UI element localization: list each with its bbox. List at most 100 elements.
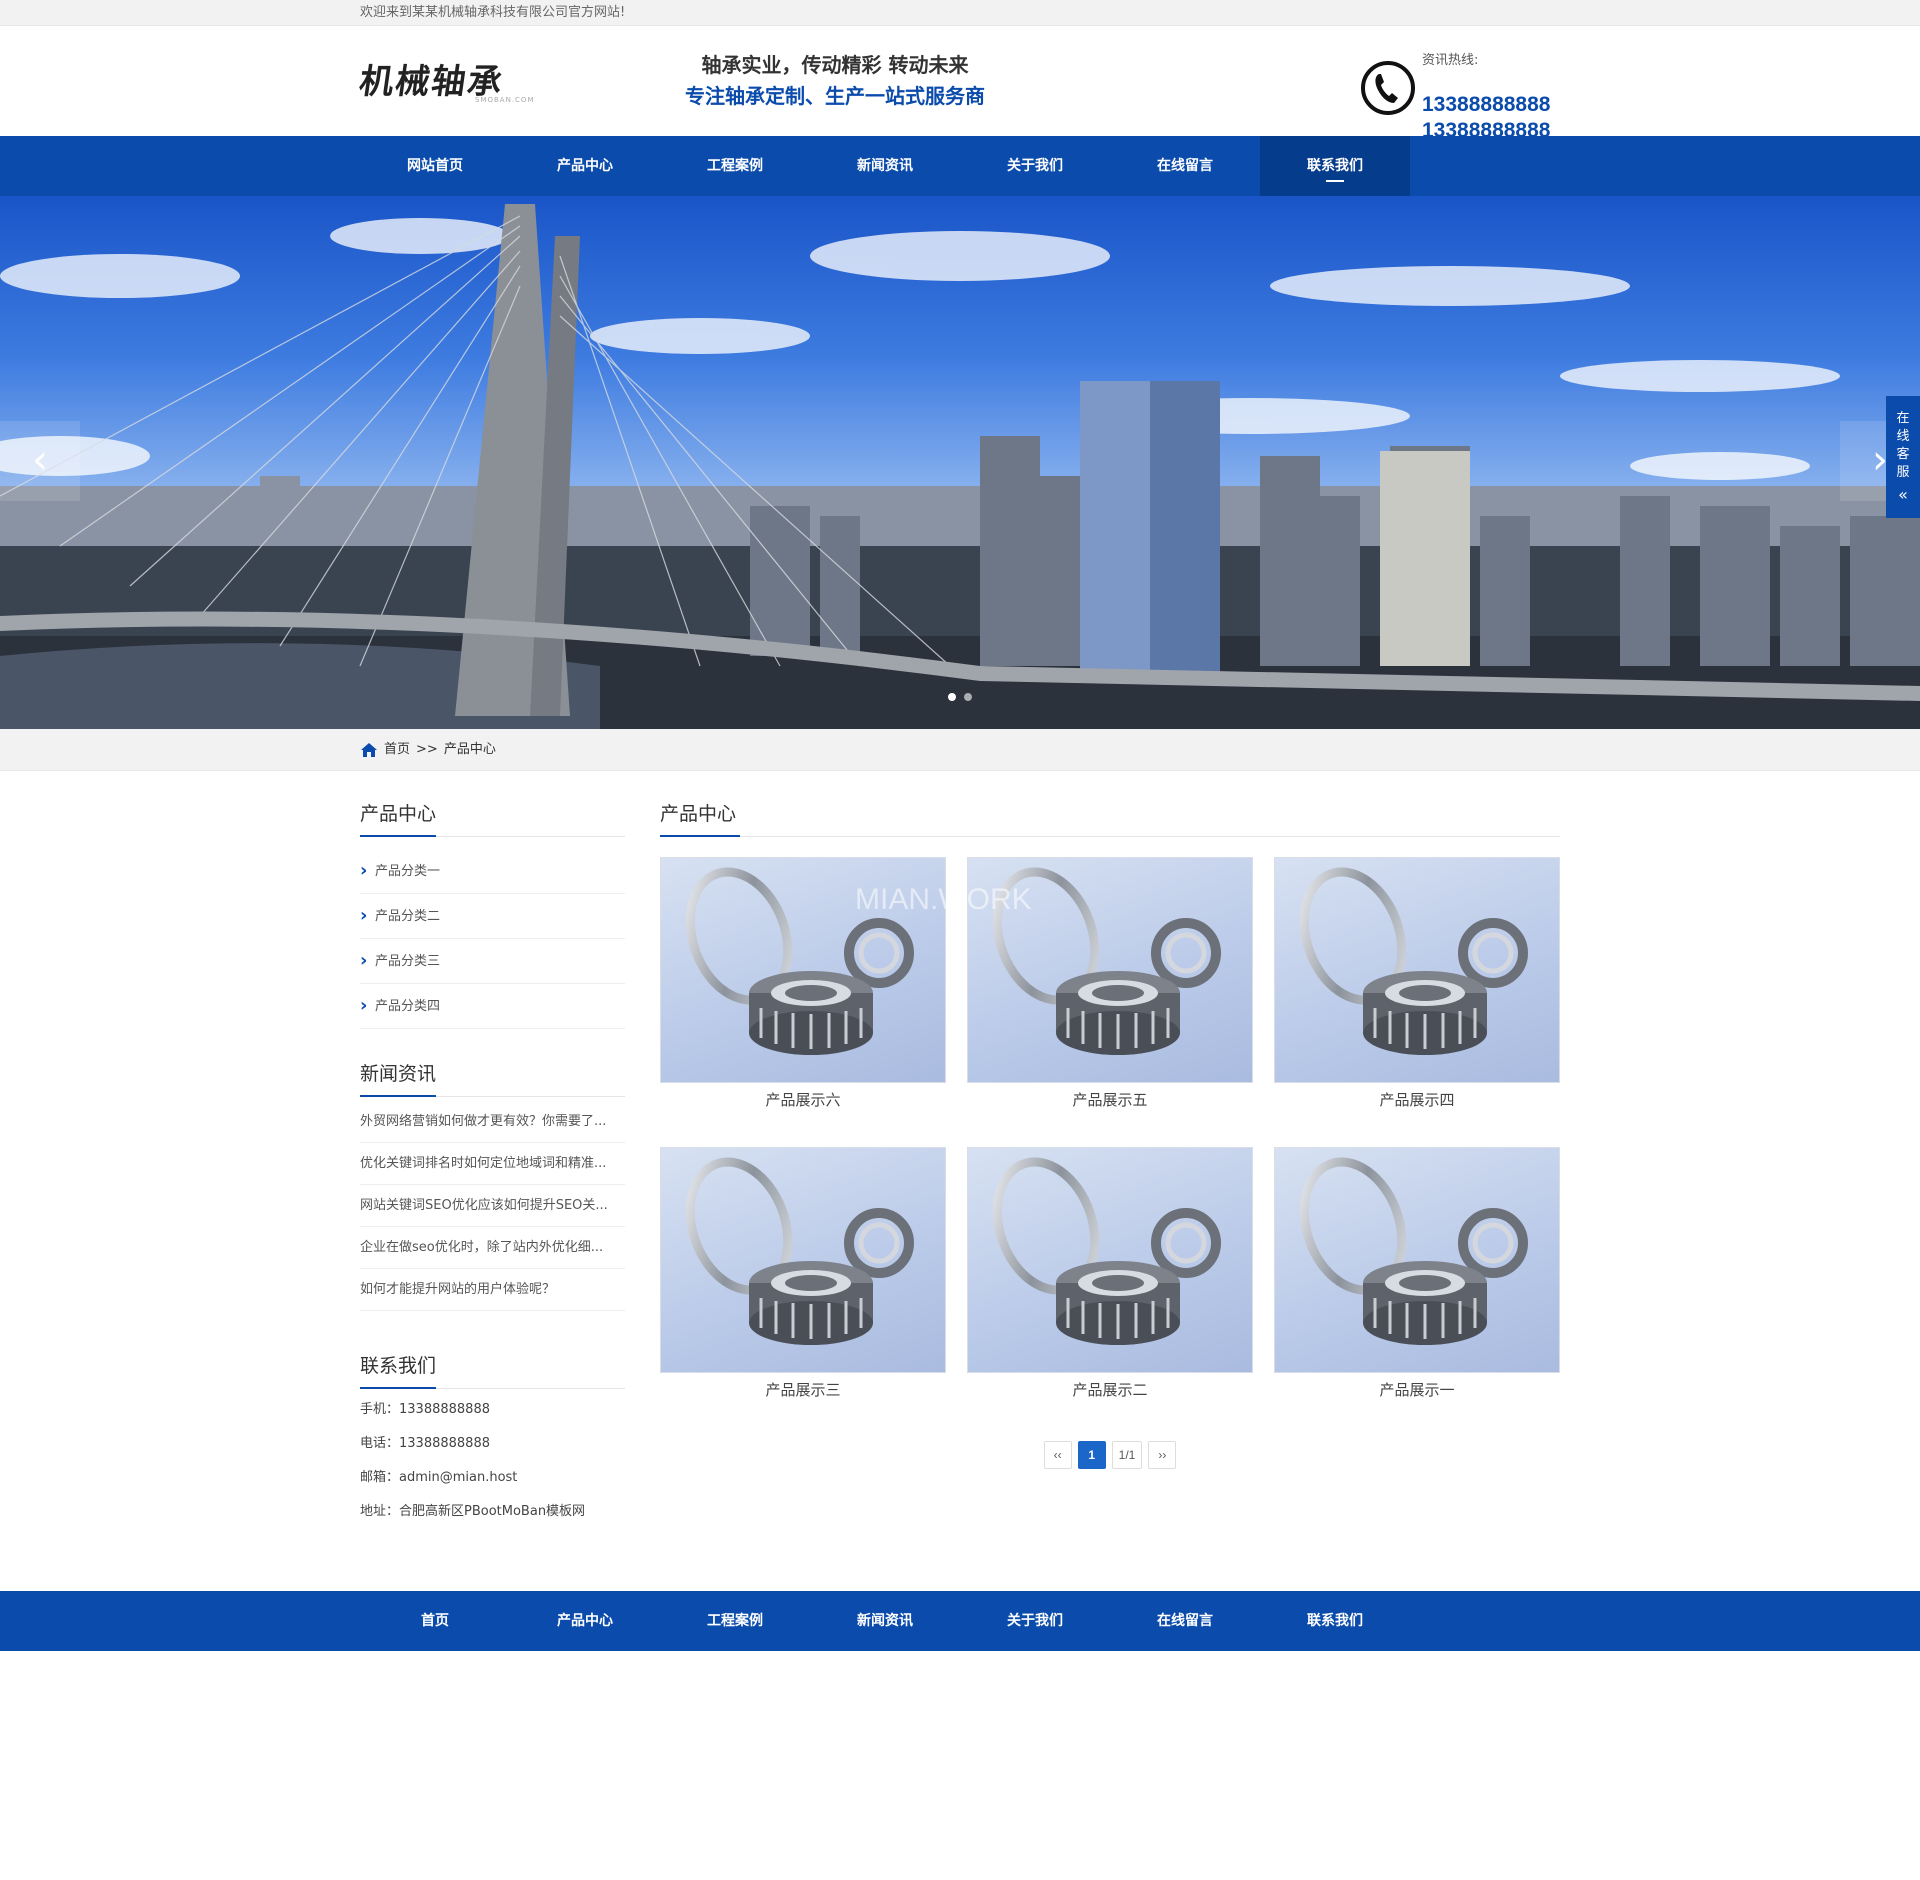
slogan: 轴承实业，传动精彩 转动未来 专注轴承定制、生产一站式服务商 [675,48,995,110]
category-item[interactable]: 产品分类三 [360,938,625,984]
pager-total: 1/1 [1111,1441,1143,1469]
main-content: 产品中心 产品分类一 产品分类二 产品分类三 产品分类四 新闻资讯 外贸网络营销… [0,771,1920,1591]
hotline: 资讯热线: 13388888888 13388888888 [1360,44,1560,142]
product-content: 产品中心 产品展示六 产品展示五 产品展示四 产品展示三 产品展示二 产品展示一… [660,799,1560,1469]
hotline-label: 资讯热线: [1422,53,1479,68]
sidebar-news: 新闻资讯 外贸网络营销如何做才更有效？你需要了... 优化关键词排名时如何定位地… [360,1059,625,1311]
nav-item-home[interactable]: 网站首页 [360,136,510,196]
banner-dot-2[interactable] [964,693,972,701]
footer-item-news[interactable]: 新闻资讯 [810,1591,960,1651]
breadcrumb: 首页 >> 产品中心 [0,729,1920,771]
news-item[interactable]: 如何才能提升网站的用户体验呢？ [360,1269,625,1311]
hotline-number-1[interactable]: 13388888888 [1422,92,1550,118]
product-card[interactable]: 产品展示六 [660,857,946,1125]
nav-item-about[interactable]: 关于我们 [960,136,1110,196]
product-card[interactable]: 产品展示五 [967,857,1253,1125]
sidebar-contact: 联系我们 手机：13388888888 电话：13388888888 邮箱：ad… [360,1351,625,1529]
footer-item-contact[interactable]: 联系我们 [1260,1591,1410,1651]
hero-banner: ‹ › 在 线 客 服 « [0,196,1920,729]
bearing-icon [1299,867,1528,1055]
footer-item-about[interactable]: 关于我们 [960,1591,1110,1651]
news-item[interactable]: 企业在做seo优化时，除了站内外优化细... [360,1227,625,1269]
service-label-char: 线 [1896,429,1910,444]
banner-cityscape-image [0,204,1920,729]
sidebar-news-title: 新闻资讯 [360,1059,625,1097]
product-card[interactable]: 产品展示三 [660,1147,946,1415]
bearing-image [967,857,1253,1083]
bearing-image [1274,857,1560,1083]
content-title: 产品中心 [660,799,1560,837]
product-grid: 产品展示六 产品展示五 产品展示四 产品展示三 产品展示二 产品展示一 [660,857,1560,1415]
product-card[interactable]: 产品展示二 [967,1147,1253,1415]
product-name[interactable]: 产品展示三 [660,1373,946,1415]
breadcrumb-home[interactable]: 首页 [384,729,410,771]
nav-item-cases[interactable]: 工程案例 [660,136,810,196]
nav-item-message[interactable]: 在线留言 [1110,136,1260,196]
footer-item-home[interactable]: 首页 [360,1591,510,1651]
nav-item-contact[interactable]: 联系我们 [1260,136,1410,196]
welcome-text: 欢迎来到某某机械轴承科技有限公司官方网站! [360,5,626,20]
news-item[interactable]: 优化关键词排名时如何定位地域词和精准... [360,1143,625,1185]
bearing-icon [685,1157,914,1345]
top-bar: 欢迎来到某某机械轴承科技有限公司官方网站! [0,0,1920,26]
sidebar-categories-title: 产品中心 [360,799,625,837]
nav-item-news[interactable]: 新闻资讯 [810,136,960,196]
pagination: ‹‹ 1 1/1 ›› [660,1441,1560,1469]
bearing-image [660,857,946,1083]
contact-phone: 电话：13388888888 [360,1436,490,1451]
bearing-icon [1299,1157,1528,1345]
breadcrumb-separator: >> [416,742,438,757]
contact-list: 手机：13388888888 电话：13388888888 邮箱：admin@m… [360,1393,625,1529]
sidebar-contact-title: 联系我们 [360,1351,625,1389]
category-item[interactable]: 产品分类一 [360,848,625,894]
bearing-icon [685,867,914,1055]
logo-subtext: SMOBAN.COM [475,96,535,104]
category-list: 产品分类一 产品分类二 产品分类三 产品分类四 [360,848,625,1029]
site-header: 机械轴承 SMOBAN.COM 轴承实业，传动精彩 转动未来 专注轴承定制、生产… [0,26,1920,142]
contact-mobile: 手机：13388888888 [360,1402,490,1417]
sidebar: 产品中心 产品分类一 产品分类二 产品分类三 产品分类四 新闻资讯 外贸网络营销… [360,799,625,1529]
pager-next-button[interactable]: ›› [1148,1441,1177,1469]
chevron-left-icon: ‹ [32,437,48,483]
main-nav: 网站首页 产品中心 工程案例 新闻资讯 关于我们 在线留言 联系我们 [0,136,1920,196]
product-name[interactable]: 产品展示四 [1274,1083,1560,1125]
slogan-line-2: 专注轴承定制、生产一站式服务商 [685,84,985,108]
footer-item-message[interactable]: 在线留言 [1110,1591,1260,1651]
news-list: 外贸网络营销如何做才更有效？你需要了... 优化关键词排名时如何定位地域词和精准… [360,1101,625,1311]
footer-item-products[interactable]: 产品中心 [510,1591,660,1651]
product-card[interactable]: 产品展示四 [1274,857,1560,1125]
contact-email: 邮箱：admin@mian.host [360,1470,518,1485]
bearing-image [1274,1147,1560,1373]
service-label-char: 在 [1896,411,1910,426]
product-card[interactable]: 产品展示一 [1274,1147,1560,1415]
category-item[interactable]: 产品分类二 [360,893,625,939]
nav-item-products[interactable]: 产品中心 [510,136,660,196]
bearing-image [967,1147,1253,1373]
home-icon [361,743,377,757]
banner-dots [948,693,972,701]
phone-icon [1361,61,1415,115]
pager-current-page[interactable]: 1 [1077,1441,1106,1469]
banner-dot-1[interactable] [948,693,956,701]
news-item[interactable]: 网站关键词SEO优化应该如何提升SEO关... [360,1185,625,1227]
footer-item-cases[interactable]: 工程案例 [660,1591,810,1651]
pager-prev-button[interactable]: ‹‹ [1043,1441,1072,1469]
breadcrumb-current[interactable]: 产品中心 [444,729,496,771]
product-name[interactable]: 产品展示六 [660,1083,946,1125]
contact-address: 地址：合肥高新区PBootMoBan模板网 [360,1504,586,1519]
service-label-char: 客 [1896,447,1910,462]
category-item[interactable]: 产品分类四 [360,983,625,1029]
news-item[interactable]: 外贸网络营销如何做才更有效？你需要了... [360,1101,625,1143]
site-logo[interactable]: 机械轴承 SMOBAN.COM [357,54,560,114]
bearing-image [660,1147,946,1373]
product-name[interactable]: 产品展示一 [1274,1373,1560,1415]
double-chevron-left-icon: « [1898,485,1908,504]
bearing-icon [992,867,1221,1055]
product-name[interactable]: 产品展示五 [967,1083,1253,1125]
slogan-line-1: 轴承实业，传动精彩 转动未来 [701,53,969,77]
banner-prev-button[interactable]: ‹ [0,421,80,501]
footer-nav: 首页 产品中心 工程案例 新闻资讯 关于我们 在线留言 联系我们 [0,1591,1920,1651]
online-service-tab[interactable]: 在 线 客 服 « [1886,396,1920,518]
product-name[interactable]: 产品展示二 [967,1373,1253,1415]
service-label-char: 服 [1896,465,1910,480]
